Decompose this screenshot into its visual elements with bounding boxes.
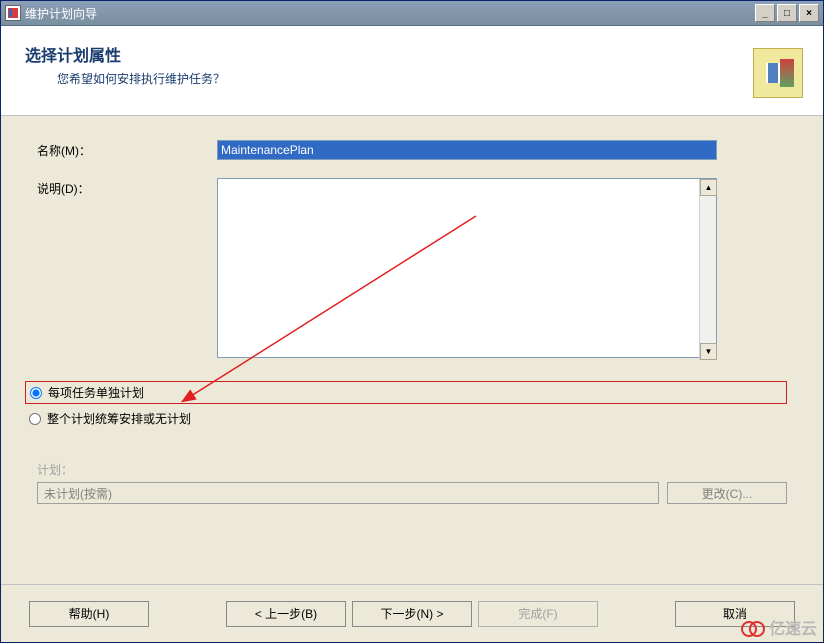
help-button[interactable]: 帮助(H) [29, 601, 149, 627]
schedule-display [37, 482, 659, 504]
wizard-icon [753, 48, 803, 98]
radio-option-separate[interactable]: 每项任务单独计划 [25, 381, 787, 404]
maximize-button[interactable]: □ [777, 4, 797, 22]
app-icon [5, 5, 21, 21]
finish-button: 完成(F) [478, 601, 598, 627]
radio-combined-label: 整个计划统筹安排或无计划 [47, 410, 191, 427]
radio-option-combined[interactable]: 整个计划统筹安排或无计划 [25, 408, 787, 429]
description-field[interactable] [217, 178, 717, 358]
titlebar: 维护计划向导 _ □ × [1, 1, 823, 26]
watermark-icon [741, 617, 765, 637]
wizard-content: 名称(M)： 说明(D)： ▲ ▼ 每项任务单独计划 [1, 116, 823, 514]
scroll-down-button[interactable]: ▼ [700, 343, 717, 360]
watermark: 亿速云 [741, 615, 817, 639]
radio-combined[interactable] [29, 413, 41, 425]
scroll-up-button[interactable]: ▲ [700, 179, 717, 196]
name-field[interactable] [217, 140, 717, 160]
schedule-type-group: 每项任务单独计划 整个计划统筹安排或无计划 [25, 381, 787, 429]
page-subtitle: 您希望如何安排执行维护任务？ [25, 70, 753, 87]
wizard-window: 维护计划向导 _ □ × 选择计划属性 您希望如何安排执行维护任务？ 名称(M)… [0, 0, 824, 643]
window-title: 维护计划向导 [25, 5, 755, 22]
next-button[interactable]: 下一步(N) > [352, 601, 472, 627]
radio-separate-label: 每项任务单独计划 [48, 384, 144, 401]
schedule-section: 计划： 更改(C)... [37, 461, 787, 504]
scrollbar[interactable]: ▲ ▼ [699, 179, 716, 360]
back-button[interactable]: < 上一步(B) [226, 601, 346, 627]
wizard-header: 选择计划属性 您希望如何安排执行维护任务？ [1, 26, 823, 116]
wizard-footer: 帮助(H) < 上一步(B) 下一步(N) > 完成(F) 取消 [1, 584, 823, 642]
page-title: 选择计划属性 [25, 42, 753, 66]
name-label: 名称(M)： [37, 140, 217, 159]
close-button[interactable]: × [799, 4, 819, 22]
minimize-button[interactable]: _ [755, 4, 775, 22]
watermark-text: 亿速云 [769, 615, 817, 639]
radio-separate[interactable] [30, 387, 42, 399]
schedule-label: 计划： [37, 461, 787, 478]
window-controls: _ □ × [755, 4, 819, 22]
description-label: 说明(D)： [37, 178, 217, 197]
change-schedule-button: 更改(C)... [667, 482, 787, 504]
